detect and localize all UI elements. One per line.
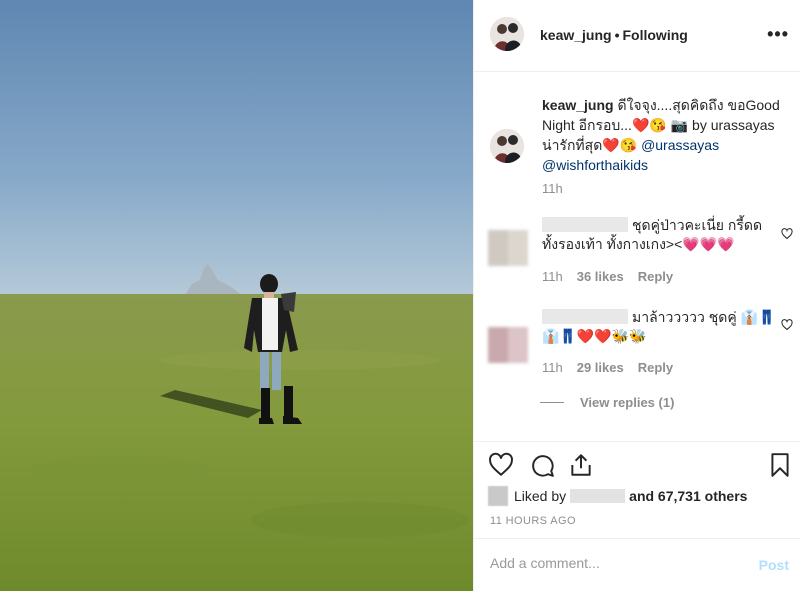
liked-by-label: Liked by <box>514 488 567 504</box>
comments-list[interactable]: keaw_jung ดีใจจุง....สุดคิดถึง ขอGood Ni… <box>474 73 800 441</box>
comment-meta: 11h 36 likes Reply <box>542 269 687 284</box>
add-comment-bar: Post <box>474 538 800 591</box>
caption-timestamp: 11h <box>542 181 563 196</box>
header-username[interactable]: keaw_jung <box>540 27 612 43</box>
caption-emoji: ❤️😘 📷 <box>631 117 689 133</box>
comment-icon[interactable] <box>529 452 555 478</box>
reply-button[interactable]: Reply <box>638 269 673 284</box>
caption-username[interactable]: keaw_jung <box>542 97 614 113</box>
commenter-name[interactable] <box>542 309 628 324</box>
view-replies-label: View replies (1) <box>580 395 675 410</box>
post-photo[interactable] <box>0 0 473 591</box>
avatar[interactable] <box>488 230 528 266</box>
comment-timestamp: 11h <box>542 360 563 375</box>
liked-by[interactable]: Liked by and 67,731 others <box>488 486 747 506</box>
avatar[interactable] <box>488 486 508 506</box>
list-item: มาล้าววววว ชุดคู่ 👔👖👔👖❤️❤️🐝🐝 <box>542 308 777 346</box>
comment-likes[interactable]: 29 likes <box>577 360 624 375</box>
mention-link[interactable]: @wishforthaikids <box>542 157 648 173</box>
header-identity: keaw_jung • Following <box>540 27 688 43</box>
post-caption: keaw_jung ดีใจจุง....สุดคิดถึง ขอGood Ni… <box>542 95 792 175</box>
bookmark-icon[interactable] <box>767 452 793 478</box>
list-item: ชุดคู่ป่าวคะเนี่ย กรี้ดดทั้งรองเท้า ทั้ง… <box>542 216 777 254</box>
heart-icon[interactable] <box>781 227 793 240</box>
post-button[interactable]: Post <box>759 557 789 573</box>
view-replies-button[interactable]: View replies (1) <box>540 395 674 410</box>
avatar[interactable] <box>488 327 528 363</box>
header-separator: • <box>614 27 620 43</box>
post-timestamp[interactable]: 11 HOURS AGO <box>490 515 576 527</box>
photo-image <box>0 0 473 591</box>
share-icon[interactable] <box>568 452 594 478</box>
liker-name[interactable] <box>570 489 626 503</box>
post-actions: Liked by and 67,731 others 11 HOURS AGO <box>474 441 800 539</box>
likes-count[interactable]: and 67,731 others <box>629 488 747 504</box>
mention-link[interactable]: @urassayas <box>641 137 719 153</box>
comment-likes[interactable]: 36 likes <box>577 269 624 284</box>
comment-meta: 11h 29 likes Reply <box>542 360 687 375</box>
post-header: keaw_jung • Following ••• <box>474 0 800 72</box>
heart-icon[interactable] <box>781 318 793 331</box>
reply-button[interactable]: Reply <box>638 360 673 375</box>
comment-timestamp: 11h <box>542 269 563 284</box>
post-side-panel: keaw_jung • Following ••• keaw_jung ดีใจจุ… <box>473 0 800 591</box>
avatar[interactable] <box>490 17 524 51</box>
divider <box>540 402 564 403</box>
heart-icon[interactable] <box>488 452 514 478</box>
comment-input[interactable] <box>490 555 730 571</box>
more-horizontal-icon[interactable]: ••• <box>767 24 789 45</box>
follow-status-button[interactable]: Following <box>623 27 688 43</box>
caption-emoji: ❤️😘 <box>602 137 642 153</box>
avatar[interactable] <box>490 129 524 163</box>
commenter-name[interactable] <box>542 217 628 232</box>
